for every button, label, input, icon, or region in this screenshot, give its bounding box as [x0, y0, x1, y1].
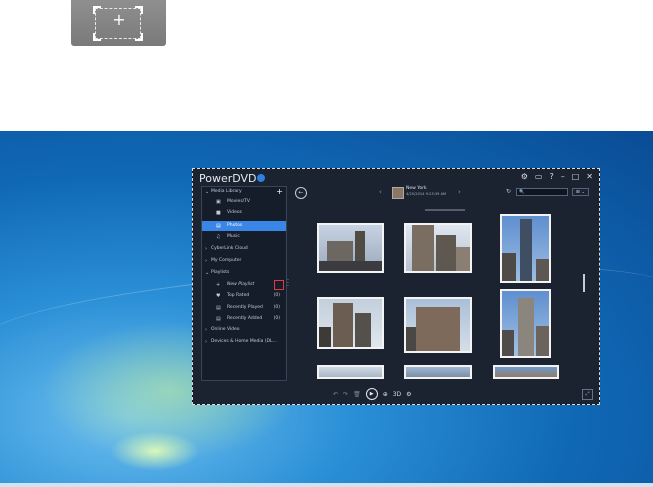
item-count: (0)	[273, 293, 280, 298]
sidebar-item-devices-home-media[interactable]: › Devices & Home Media (DL...	[202, 337, 286, 347]
sidebar-item-movies-tv[interactable]: ▣ Movies/TV	[202, 197, 286, 207]
item-count: (0)	[273, 316, 280, 321]
expand-icon[interactable]: ⤢	[582, 389, 593, 400]
music-icon: ♫	[216, 234, 221, 240]
player-settings-icon[interactable]: ⚙	[406, 391, 411, 398]
sidebar-item-label: Music	[227, 234, 240, 239]
movie-icon: ▣	[216, 199, 221, 205]
sidebar-item-recently-played[interactable]: ▤ Recently Played (0)	[202, 303, 286, 313]
sidebar-item-my-computer[interactable]: › My Computer	[202, 256, 286, 266]
corner-mark	[93, 6, 101, 14]
photo-thumbnail[interactable]	[317, 365, 384, 379]
zoom-icon[interactable]: ⊕	[383, 391, 388, 398]
playlist-icon: ▤	[216, 305, 221, 311]
sidebar-item-label: Media Library	[211, 189, 242, 194]
item-count: (0)	[273, 305, 280, 310]
photo-thumbnail[interactable]	[500, 214, 551, 283]
maximize-button[interactable]: □	[572, 172, 580, 181]
sidebar-item-music[interactable]: ♫ Music	[202, 232, 286, 242]
plus-icon: +	[112, 10, 126, 29]
sidebar-resize-handle[interactable]: · · ·	[287, 278, 289, 290]
rotate-right-icon[interactable]: ↷	[343, 391, 348, 398]
screen-capture-button[interactable]: +	[71, 0, 166, 46]
sidebar-item-label: Recently Played	[227, 305, 263, 310]
photo-thumbnail[interactable]	[317, 297, 384, 349]
sidebar-item-label: Recently Added	[227, 316, 263, 321]
heart-icon: ♥	[216, 293, 221, 299]
album-title: New York	[406, 186, 427, 191]
back-button[interactable]: ←	[295, 187, 307, 199]
chevron-right-icon: ›	[205, 327, 207, 333]
sidebar-item-label: Photos	[227, 223, 243, 228]
chevron-right-icon: ›	[205, 246, 207, 252]
photo-thumbnail[interactable]	[493, 365, 559, 379]
sidebar-item-label: Movies/TV	[227, 199, 251, 204]
close-button[interactable]: ✕	[586, 172, 593, 181]
sidebar-item-online-video[interactable]: › Online Video	[202, 325, 286, 335]
settings-icon[interactable]: ⚙	[521, 172, 528, 181]
sidebar-item-label: Top Rated	[227, 293, 250, 298]
previous-album-button[interactable]: ‹	[379, 188, 382, 196]
chevron-down-icon: ⌄	[205, 270, 210, 276]
chevron-right-icon: ›	[205, 258, 207, 264]
photo-icon: ▤	[216, 223, 221, 229]
corner-mark	[93, 33, 101, 41]
playlist-icon: ▤	[216, 316, 221, 322]
refresh-icon[interactable]: ↻	[506, 188, 511, 195]
album-date: 4/25/2014 9:23:39 AM	[406, 192, 447, 196]
rotate-left-icon[interactable]: ↶	[333, 391, 338, 398]
add-media-button[interactable]: +	[276, 187, 283, 197]
sidebar-item-cyberlink-cloud[interactable]: › CyberLink Cloud	[202, 244, 286, 254]
corner-mark	[135, 33, 143, 41]
photo-thumbnail[interactable]	[404, 223, 472, 273]
minimize-button[interactable]: –	[561, 172, 565, 181]
chevron-down-icon: ⌄	[205, 189, 210, 195]
sidebar-item-label: Devices & Home Media (DL...	[211, 339, 277, 344]
sidebar-item-top-rated[interactable]: ♥ Top Rated (0)	[202, 291, 286, 301]
photo-thumbnail[interactable]	[404, 365, 472, 379]
app-title: PowerDVD	[199, 172, 257, 185]
delete-icon[interactable]: 🗑	[353, 391, 361, 398]
sidebar-item-media-library[interactable]: ⌄ Media Library +	[202, 187, 286, 197]
highlight-marker	[274, 280, 284, 290]
wallpaper-flare	[110, 431, 200, 471]
view-mode-button[interactable]: ⊞ ⌄	[572, 188, 589, 196]
taskbar[interactable]	[0, 483, 653, 487]
sidebar-item-label: My Computer	[211, 258, 242, 263]
search-icon: 🔍	[519, 190, 525, 195]
help-icon[interactable]: ?	[549, 172, 553, 181]
sidebar-item-recently-added[interactable]: ▤ Recently Added (0)	[202, 314, 286, 324]
next-album-button[interactable]: ›	[458, 188, 461, 196]
play-button[interactable]: ▶	[365, 388, 378, 400]
album-thumbnail	[392, 187, 404, 199]
sidebar: ⌄ Media Library + ▣ Movies/TV ■ Videos ▤…	[201, 186, 287, 381]
sidebar-item-photos[interactable]: ▤ Photos	[202, 221, 286, 231]
playback-toolbar: ↶ ↷ 🗑 ▶ ⊕ 3D ⚙	[333, 388, 412, 400]
mini-mode-icon[interactable]: ▭	[535, 172, 543, 181]
video-icon: ■	[216, 210, 221, 216]
sidebar-item-label: New Playlist	[227, 282, 255, 287]
photo-thumbnail[interactable]	[317, 223, 384, 273]
scroll-indicator	[425, 209, 465, 211]
plus-icon: +	[216, 282, 221, 288]
scrollbar-thumb[interactable]	[583, 274, 585, 292]
window-controls: ⚙ ▭ ? – □ ✕	[521, 172, 593, 181]
sidebar-item-label: CyberLink Cloud	[211, 246, 248, 251]
corner-mark	[135, 6, 143, 14]
account-badge-icon[interactable]	[257, 174, 265, 182]
sidebar-item-label: Videos	[227, 210, 242, 215]
photo-thumbnail[interactable]	[404, 297, 472, 353]
sidebar-item-label: Online Video	[211, 327, 240, 332]
3d-button[interactable]: 3D	[393, 391, 401, 398]
chevron-right-icon: ›	[205, 339, 207, 345]
sidebar-item-playlists[interactable]: ⌄ Playlists	[202, 268, 286, 278]
search-input[interactable]: 🔍	[516, 188, 568, 196]
sidebar-item-label: Playlists	[211, 270, 230, 275]
sidebar-item-videos[interactable]: ■ Videos	[202, 208, 286, 218]
photo-thumbnail[interactable]	[500, 289, 551, 358]
powerdvd-window[interactable]: PowerDVD ⚙ ▭ ? – □ ✕ ⌄ Media Library + ▣…	[192, 168, 600, 405]
